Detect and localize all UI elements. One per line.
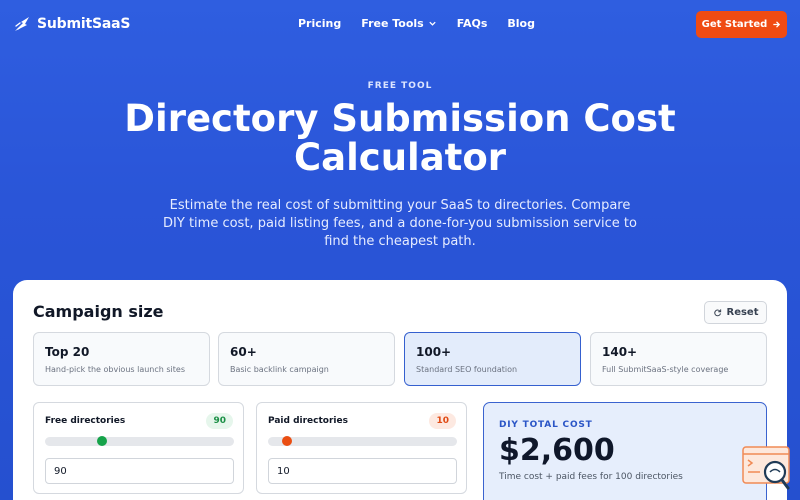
paid-directories-badge: 10 — [429, 413, 456, 429]
hero-title: Directory Submission Cost Calculator — [124, 97, 676, 179]
paid-directories-label: Paid directories — [268, 416, 348, 426]
paid-directories-input[interactable]: 10 — [268, 458, 457, 484]
preset-title: Top 20 — [45, 345, 90, 359]
nav-link-pricing[interactable]: Pricing — [298, 17, 341, 30]
preset-top-20[interactable]: Top 20 Hand-pick the obvious launch site… — [33, 332, 210, 386]
preset-100[interactable]: 100+ Standard SEO foundation — [404, 332, 581, 386]
brand-logo[interactable]: SubmitSaaS — [13, 14, 130, 34]
nav-link-faqs[interactable]: FAQs — [457, 17, 488, 30]
preset-title: 140+ — [602, 345, 638, 359]
preset-desc: Hand-pick the obvious launch sites — [45, 365, 185, 374]
free-directories-slider[interactable] — [45, 436, 234, 446]
diy-total-note: Time cost + paid fees for 100 directorie… — [499, 472, 683, 482]
diy-total-label: DIY TOTAL COST — [499, 420, 593, 430]
preset-title: 60+ — [230, 345, 257, 359]
paid-directories-control: Paid directories 10 10 — [256, 402, 467, 494]
get-started-button[interactable]: Get Started — [696, 11, 787, 38]
nav-link-label: Free Tools — [361, 17, 424, 30]
search-widget-icon[interactable] — [742, 446, 792, 492]
free-directories-control: Free directories 90 90 — [33, 402, 244, 494]
chevron-down-icon — [429, 21, 436, 26]
reset-label: Reset — [726, 307, 759, 318]
arrow-right-icon — [773, 21, 781, 28]
calculator-card: Campaign size Reset Top 20 Hand-pick the… — [13, 280, 787, 500]
campaign-size-title: Campaign size — [33, 302, 164, 321]
free-directories-input[interactable]: 90 — [45, 458, 234, 484]
nav-links: Pricing Free Tools FAQs Blog — [298, 17, 535, 30]
hero-eyebrow: FREE TOOL — [367, 81, 433, 91]
preset-desc: Basic backlink campaign — [230, 365, 329, 374]
free-directories-badge: 90 — [206, 413, 233, 429]
preset-desc: Full SubmitSaaS-style coverage — [602, 365, 729, 374]
paid-directories-slider[interactable] — [268, 436, 457, 446]
cta-label: Get Started — [701, 19, 768, 30]
hero-subtitle: Estimate the real cost of submitting you… — [163, 198, 637, 249]
reset-button[interactable]: Reset — [704, 301, 767, 324]
diy-total-value: $2,600 — [499, 433, 615, 468]
preset-60[interactable]: 60+ Basic backlink campaign — [218, 332, 395, 386]
preset-140[interactable]: 140+ Full SubmitSaaS-style coverage — [590, 332, 767, 386]
nav-link-free-tools[interactable]: Free Tools — [361, 17, 436, 30]
top-nav: SubmitSaaS Pricing Free Tools FAQs Blog … — [0, 0, 800, 48]
refresh-icon — [713, 309, 721, 317]
slider-thumb[interactable] — [96, 436, 107, 446]
nav-link-label: Pricing — [298, 17, 342, 30]
slider-thumb[interactable] — [281, 436, 292, 446]
brand-name: SubmitSaaS — [37, 16, 131, 32]
nav-link-label: Blog — [507, 17, 535, 30]
nav-link-blog[interactable]: Blog — [507, 17, 535, 30]
nav-link-label: FAQs — [456, 17, 488, 30]
logo-icon — [15, 17, 29, 31]
preset-desc: Standard SEO foundation — [416, 365, 518, 374]
preset-title: 100+ — [416, 345, 452, 359]
diy-total-panel: DIY TOTAL COST $2,600 Time cost + paid f… — [483, 402, 767, 500]
free-directories-label: Free directories — [45, 416, 126, 426]
